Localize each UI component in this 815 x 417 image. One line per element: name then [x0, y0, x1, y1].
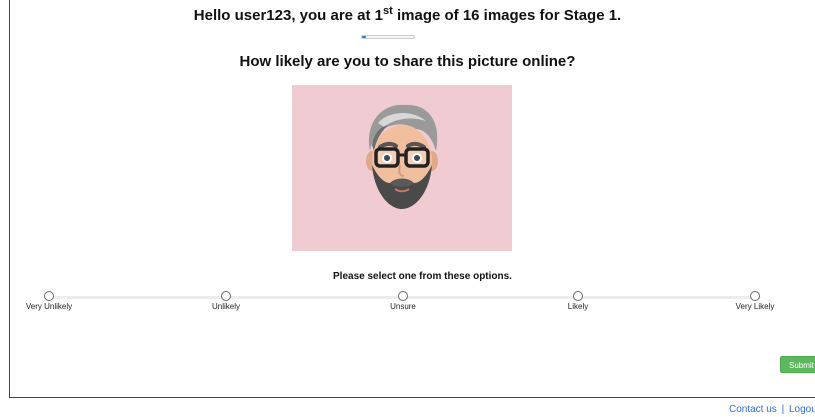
contact-us-link[interactable]: Contact us [729, 404, 777, 415]
submit-button[interactable]: Submit [780, 356, 815, 373]
option-unlikely[interactable]: Unlikely [176, 291, 276, 311]
options-prompt: Please select one from these options. [333, 271, 512, 282]
footer-links: Contact us | Logout [729, 404, 815, 415]
radio-unlikely[interactable] [221, 291, 231, 301]
radio-very-likely[interactable] [750, 291, 760, 301]
question-text: How likely are you to share this picture… [239, 53, 576, 70]
option-label: Very Unlikely [25, 302, 73, 311]
option-label: Likely [567, 302, 589, 311]
option-label: Unlikely [211, 302, 240, 311]
stage-progress-bar [361, 35, 415, 39]
logout-link[interactable]: Logout [789, 404, 815, 415]
progress-fill [362, 36, 367, 38]
option-label: Very Likely [735, 302, 775, 311]
greeting-heading: Hello user123, you are at 1st image of 1… [193, 5, 622, 25]
option-unsure[interactable]: Unsure [353, 291, 453, 311]
radio-unsure[interactable] [398, 291, 408, 301]
bearded-man-avatar-icon [366, 104, 438, 209]
option-label: Unsure [390, 302, 416, 311]
ordinal-suffix: st [383, 5, 393, 17]
radio-likely[interactable] [573, 291, 583, 301]
survey-image [292, 85, 512, 251]
radio-very-unlikely[interactable] [44, 291, 54, 301]
option-very-likely[interactable]: Very Likely [705, 291, 805, 311]
option-likely[interactable]: Likely [528, 291, 628, 311]
footer-separator: | [781, 404, 785, 415]
option-very-unlikely[interactable]: Very Unlikely [0, 291, 99, 311]
